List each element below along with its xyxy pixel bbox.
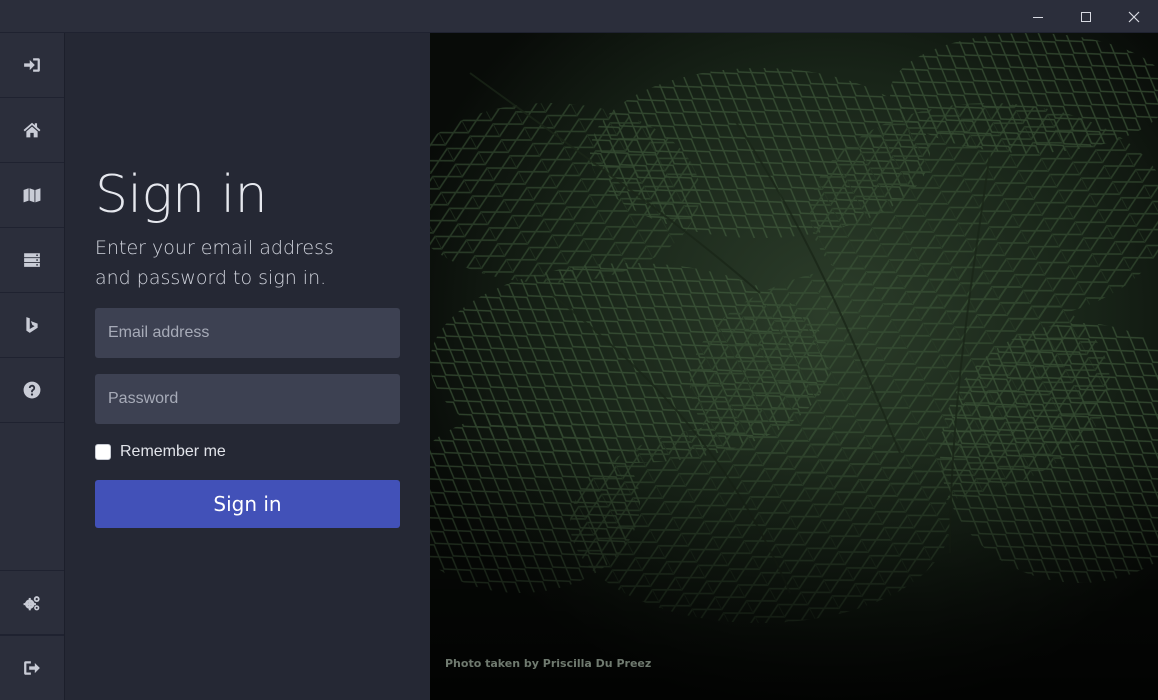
sidebar-item-help[interactable] xyxy=(0,358,64,423)
sidebar-item-bing[interactable] xyxy=(0,293,64,358)
remember-me-row[interactable]: Remember me xyxy=(95,443,226,461)
sign-in-instructions: Enter your email address and password to… xyxy=(95,237,334,289)
minimize-button[interactable] xyxy=(1015,0,1061,33)
sign-in-panel: Sign in Enter your email address and pas… xyxy=(65,33,430,700)
email-field[interactable] xyxy=(95,308,400,358)
sidebar-item-map[interactable] xyxy=(0,163,64,228)
fern-foliage-image xyxy=(430,33,1158,700)
sign-out-icon xyxy=(24,661,40,675)
map-icon xyxy=(23,188,41,203)
maximize-icon xyxy=(1081,11,1091,22)
server-icon xyxy=(24,253,40,267)
close-icon xyxy=(1128,11,1140,22)
minimize-icon xyxy=(1033,16,1043,18)
page-title: Sign in xyxy=(95,165,268,225)
sidebar-item-home[interactable] xyxy=(0,98,64,163)
sign-in-icon xyxy=(24,58,40,72)
help-icon xyxy=(23,381,41,399)
gears-icon xyxy=(23,595,40,610)
maximize-button[interactable] xyxy=(1063,0,1109,33)
title-bar xyxy=(0,0,1158,33)
home-icon xyxy=(23,122,41,138)
password-field[interactable] xyxy=(95,374,400,424)
photo-credit: Photo taken by Priscilla Du Preez xyxy=(445,657,652,670)
remember-me-checkbox[interactable] xyxy=(95,444,111,460)
bing-icon xyxy=(26,317,38,333)
sign-in-button[interactable]: Sign in xyxy=(95,480,400,528)
sidebar-item-sign-out[interactable] xyxy=(0,635,64,700)
sidebar-item-sign-in[interactable] xyxy=(0,33,64,98)
sidebar xyxy=(0,33,65,700)
background-photo: Photo taken by Priscilla Du Preez xyxy=(430,33,1158,700)
remember-me-label: Remember me xyxy=(120,443,226,460)
close-button[interactable] xyxy=(1111,0,1157,33)
sidebar-item-server[interactable] xyxy=(0,228,64,293)
sidebar-item-settings[interactable] xyxy=(0,570,64,635)
